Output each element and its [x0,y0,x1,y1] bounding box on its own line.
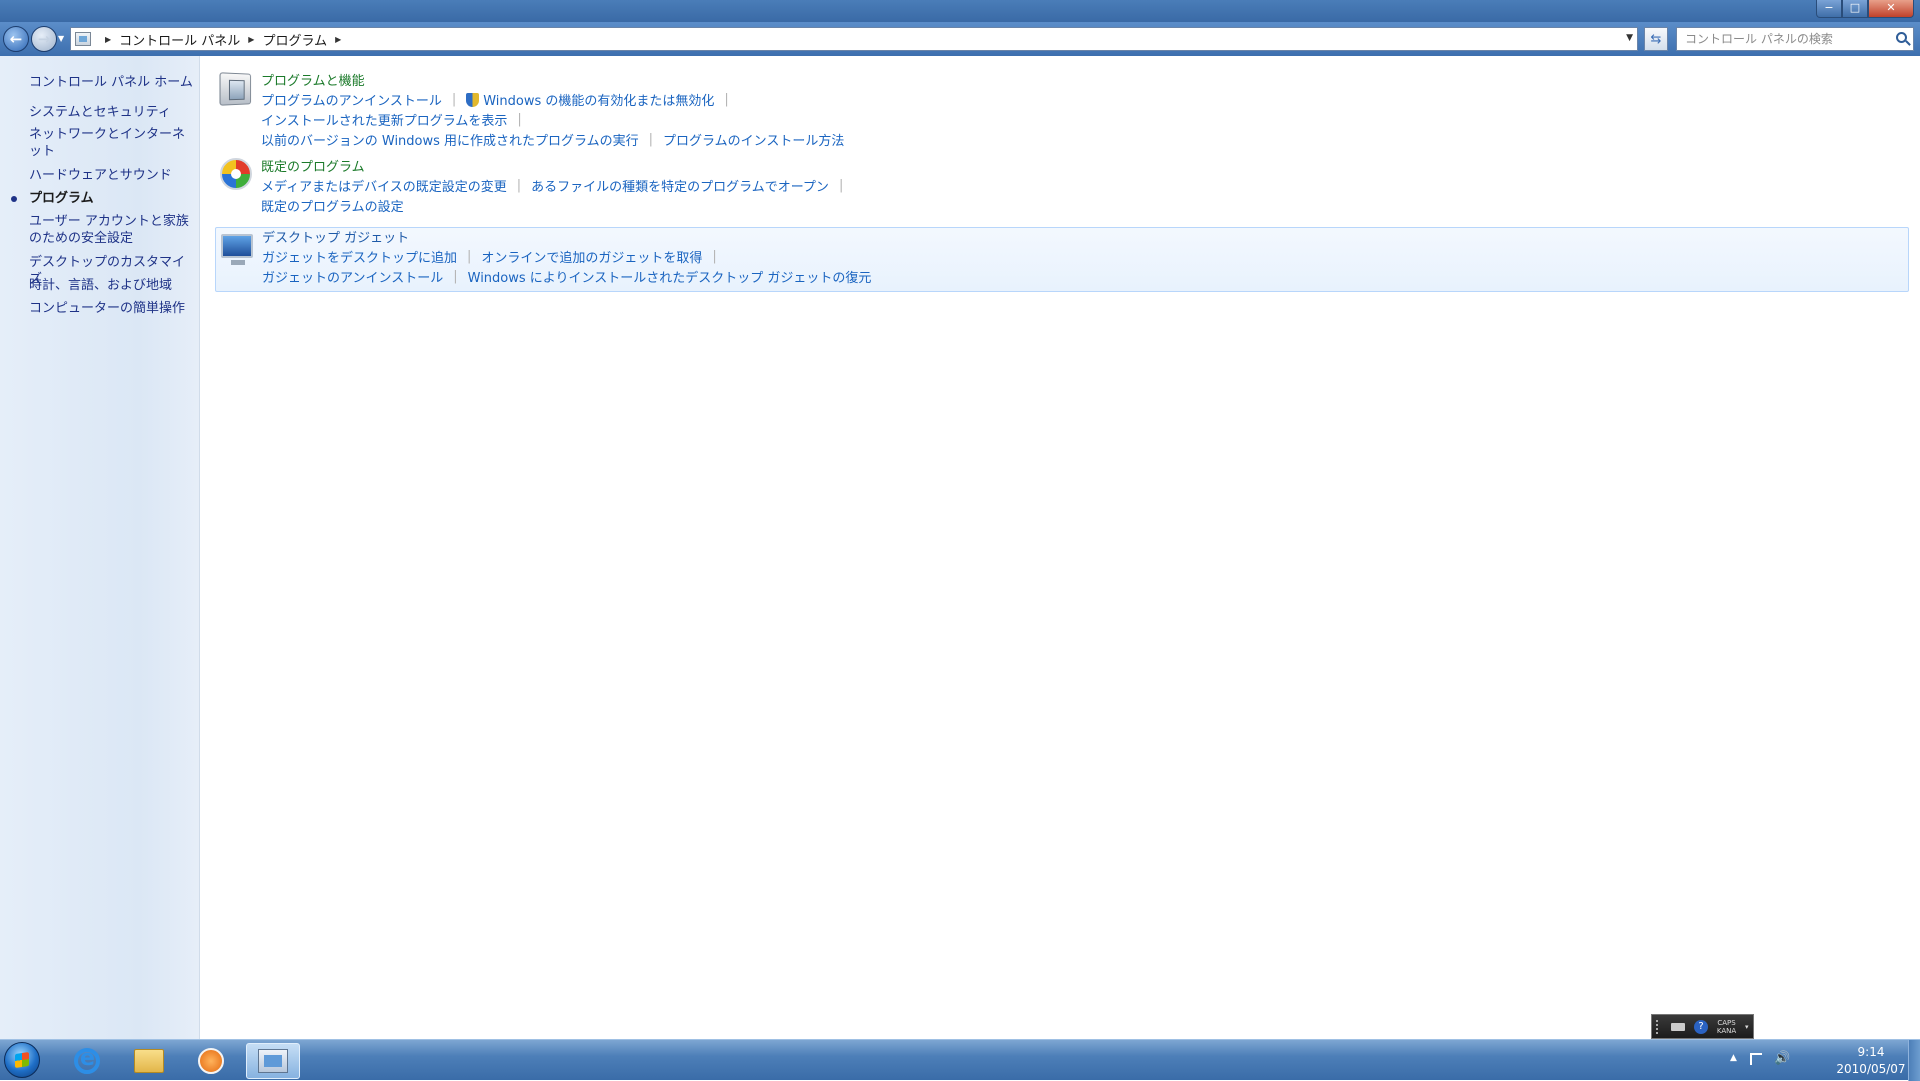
separator: | [453,269,458,284]
taskbar-control-panel[interactable] [246,1043,300,1079]
help-icon[interactable]: ? [1694,1019,1709,1034]
ime-language-bar: ? CAPS KANA ▾ [1651,1014,1754,1039]
back-button[interactable]: ← [3,26,29,52]
sidebar-item-programs: プログラム [29,191,94,206]
programs-and-features-icon[interactable] [219,72,252,106]
internet-explorer-icon [74,1046,100,1074]
sidebar-item-control-panel-home[interactable]: コントロール パネル ホーム [29,71,193,90]
separator: | [712,249,717,264]
sidebar-item-ease-of-access[interactable]: コンピューターの簡単操作 [29,300,194,317]
open-file-type-with-program-link[interactable]: あるファイルの種類を特定のプログラムでオープン [531,176,829,195]
recent-pages-dropdown[interactable]: ▼ [58,34,64,43]
start-button[interactable] [4,1042,40,1078]
caps-label: CAPS [1717,1018,1736,1027]
taskbar-windows-explorer[interactable] [122,1043,176,1079]
active-bullet-icon [11,196,17,202]
sidebar-item-hardware-sound[interactable]: ハードウェアとサウンド [29,167,194,184]
windows-features-link[interactable]: Windows の機能の有効化または無効化 [483,90,714,109]
restore-gadgets-link[interactable]: Windows によりインストールされたデスクトップ ガジェットの復元 [468,267,872,286]
search-input[interactable] [1683,29,1893,49]
address-bar[interactable]: ▶ コントロール パネル ▶ プログラム ▶ ▼ [70,27,1638,51]
desktop-gadgets-icon[interactable] [221,234,253,265]
section-title[interactable]: デスクトップ ガジェット [262,227,409,246]
title-bar: − □ ✕ [0,0,1920,22]
section-title[interactable]: 既定のプログラム [261,156,365,175]
separator: | [724,92,729,107]
taskbar-internet-explorer[interactable] [60,1043,114,1079]
change-media-defaults-link[interactable]: メディアまたはデバイスの既定設定の変更 [261,176,507,195]
maximize-button[interactable]: □ [1842,0,1868,18]
breadcrumb-control-panel[interactable]: コントロール パネル [119,30,240,49]
task-line: インストールされた更新プログラムを表示 | [261,110,532,129]
minimize-button[interactable]: − [1816,0,1842,18]
task-line: ガジェットのアンインストール | Windows によりインストールされたデスク… [262,267,871,286]
keyboard-icon[interactable] [1671,1022,1686,1031]
system-tray: ▲ 🔊 9:14 2010/05/07 [1700,1040,1920,1081]
kana-label: KANA [1716,1026,1737,1035]
add-gadgets-link[interactable]: ガジェットをデスクトップに追加 [262,247,457,266]
show-desktop-button[interactable] [1908,1040,1920,1081]
refresh-button[interactable]: ⇆ [1644,27,1668,51]
clock[interactable]: 9:14 2010/05/07 [1836,1044,1906,1078]
search-box[interactable] [1676,27,1914,51]
task-line: メディアまたはデバイスの既定設定の変更 | あるファイルの種類を特定のプログラム… [261,176,853,195]
clock-time: 9:14 [1857,1045,1885,1059]
separator: | [467,249,472,264]
how-to-install-program-link[interactable]: プログラムのインストール方法 [663,130,844,149]
uninstall-program-link[interactable]: プログラムのアンインストール [261,90,442,109]
set-default-programs-link[interactable]: 既定のプログラムの設定 [261,196,404,215]
taskbar: ▲ 🔊 9:14 2010/05/07 [0,1039,1920,1081]
ime-status[interactable]: CAPS KANA [1717,1019,1736,1035]
view-installed-updates-link[interactable]: インストールされた更新プログラムを表示 [261,110,507,129]
forward-button[interactable]: → [31,26,57,52]
sidebar-item-network-internet[interactable]: ネットワークとインターネット [29,126,194,160]
navigation-bar: ← → ▼ ▶ コントロール パネル ▶ プログラム ▶ ▼ ⇆ [0,22,1920,56]
run-older-programs-link[interactable]: 以前のバージョンの Windows 用に作成されたプログラムの実行 [261,130,639,149]
task-line: プログラムのアンインストール | Windows の機能の有効化または無効化 | [261,90,739,109]
task-line: ガジェットをデスクトップに追加 | オンラインで追加のガジェットを取得 | [262,247,727,266]
separator: | [648,132,654,147]
separator: | [516,178,522,193]
get-more-gadgets-online-link[interactable]: オンラインで追加のガジェットを取得 [481,247,702,266]
search-icon[interactable] [1896,32,1907,43]
default-programs-icon[interactable] [220,158,252,190]
refresh-icon: ⇆ [1650,31,1662,47]
control-panel-icon [258,1049,288,1073]
back-arrow-icon: ← [9,30,23,48]
section-desktop-gadgets: デスクトップ ガジェット ガジェットをデスクトップに追加 | オンラインで追加の… [215,227,1909,292]
ime-options-icon[interactable]: ▾ [1745,1023,1749,1031]
address-dropdown-icon[interactable]: ▼ [1626,33,1633,43]
uac-shield-icon [466,92,480,107]
sidebar-item-system-security[interactable]: システムとセキュリティ [29,104,194,121]
section-programs-and-features: プログラムと機能 プログラムのアンインストール | Windows の機能の有効… [215,70,1909,150]
clock-date: 2010/05/07 [1836,1062,1906,1076]
main-content: プログラムと機能 プログラムのアンインストール | Windows の機能の有効… [201,56,1920,1039]
breadcrumb-separator-icon[interactable]: ▶ [335,35,341,44]
grip-icon[interactable] [1656,1019,1662,1034]
sidebar: コントロール パネル ホーム システムとセキュリティ ネットワークとインターネッ… [0,56,200,1039]
sidebar-item-clock-language-region[interactable]: 時計、言語、および地域 [29,277,194,294]
task-line: 以前のバージョンの Windows 用に作成されたプログラムの実行 | プログラ… [261,130,844,149]
section-title[interactable]: プログラムと機能 [261,70,365,89]
volume-icon[interactable]: 🔊 [1774,1051,1790,1066]
separator: | [517,112,522,127]
uninstall-gadget-link[interactable]: ガジェットのアンインストール [262,267,443,286]
control-panel-icon [75,32,91,46]
folder-icon [134,1049,164,1073]
forward-arrow-icon: → [37,30,51,48]
separator: | [451,92,457,107]
show-hidden-icons-icon[interactable]: ▲ [1730,1053,1737,1063]
section-default-programs: 既定のプログラム メディアまたはデバイスの既定設定の変更 | あるファイルの種類… [215,156,1909,216]
task-line: 既定のプログラムの設定 [261,196,404,215]
sidebar-item-user-accounts[interactable]: ユーザー アカウントと家族のための安全設定 [29,213,194,247]
close-button[interactable]: ✕ [1868,0,1914,18]
breadcrumb-programs[interactable]: プログラム [262,30,327,49]
separator: | [838,178,844,193]
breadcrumb-separator-icon[interactable]: ▶ [105,35,111,44]
network-icon[interactable] [1750,1053,1762,1065]
media-player-icon [198,1048,224,1074]
breadcrumb-separator-icon[interactable]: ▶ [248,35,254,44]
taskbar-media-player[interactable] [184,1043,238,1079]
window-controls: − □ ✕ [1816,0,1914,18]
